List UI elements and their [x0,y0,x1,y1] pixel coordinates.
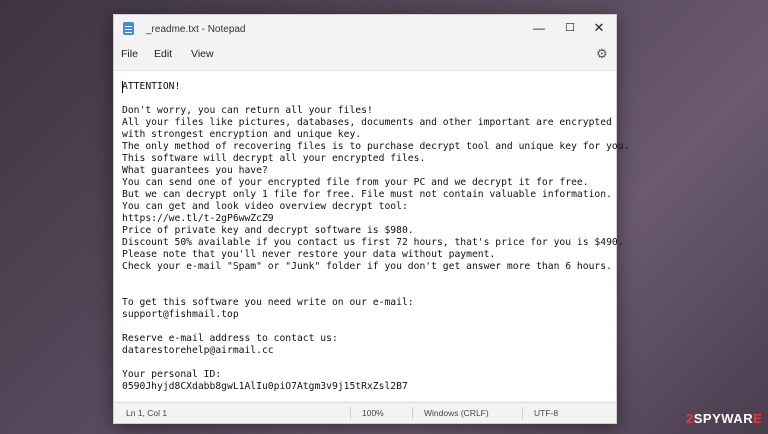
notepad-window: _readme.txt - Notepad — ☐ ✕ File Edit Vi… [113,14,629,424]
gear-icon[interactable]: ⚙ [596,46,608,62]
watermark-prefix: 2 [686,411,694,426]
window-title: _readme.txt - Notepad [146,24,246,35]
zoom-level: 100% [362,408,384,418]
title-bar[interactable]: _readme.txt - Notepad — ☐ ✕ [114,15,616,45]
text-caret [122,81,123,93]
status-divider [350,407,351,419]
menu-view[interactable]: View [191,48,214,60]
line-ending: Windows (CRLF) [424,408,489,418]
watermark-accent: E [753,411,763,426]
minimize-button[interactable]: — [524,18,554,38]
status-bar: Ln 1, Col 1 100% Windows (CRLF) UTF-8 [114,402,616,423]
close-button[interactable]: ✕ [584,18,614,38]
text-editor[interactable]: ATTENTION! Don't worry, you can return a… [114,70,629,401]
menu-file[interactable]: File [121,48,138,60]
menu-edit[interactable]: Edit [154,48,172,60]
watermark-text: SPYWAR [693,411,754,426]
status-divider [412,407,413,419]
encoding: UTF-8 [534,408,559,418]
menu-bar: File Edit View ⚙ [114,45,616,67]
editor-text[interactable]: ATTENTION! Don't worry, you can return a… [122,81,629,393]
cursor-position: Ln 1, Col 1 [126,408,168,418]
watermark-logo: 2SPYWARE [686,411,762,426]
notepad-icon [123,22,134,35]
maximize-button[interactable]: ☐ [555,18,585,38]
status-divider [522,407,523,419]
